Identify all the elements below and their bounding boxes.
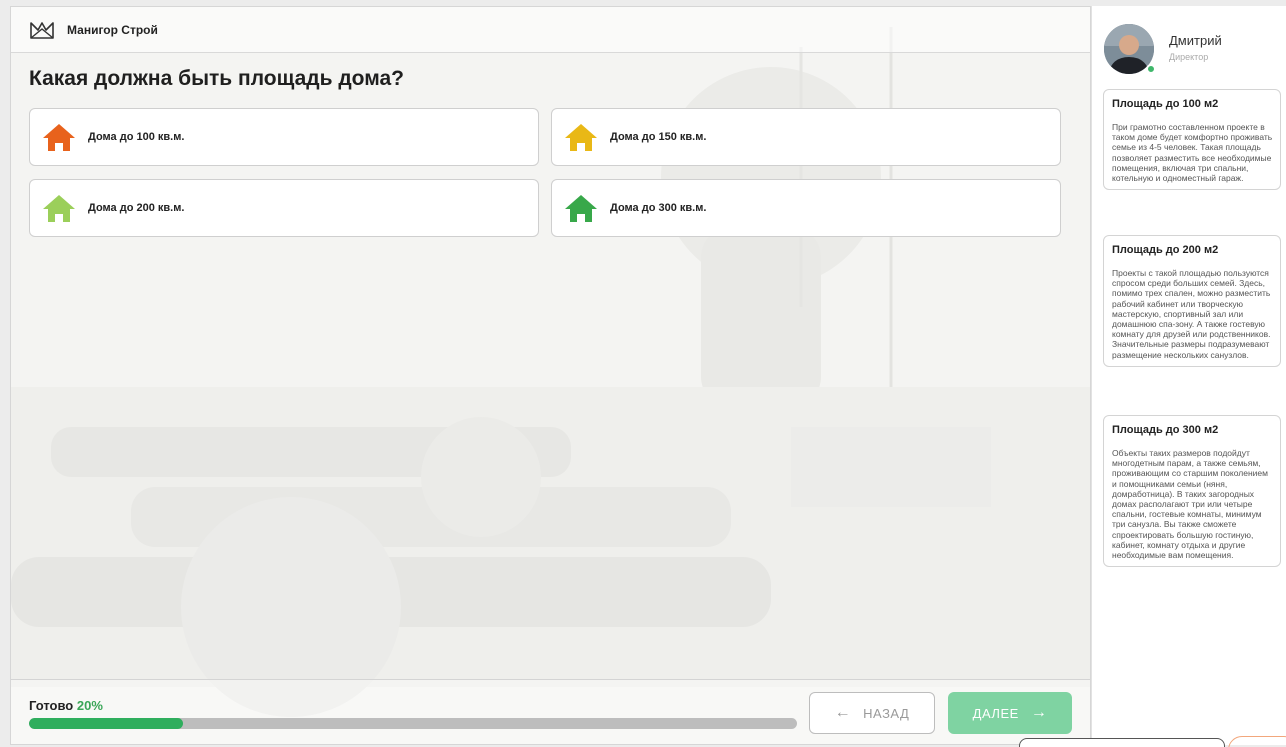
chat-widget-edge[interactable]	[1019, 738, 1225, 747]
info-card-100: Площадь до 100 м2 При грамотно составлен…	[1103, 89, 1281, 191]
arrow-right-icon: →	[1030, 704, 1048, 721]
manager-role: Директор	[1169, 52, 1209, 62]
info-card-300: Площадь до 300 м2 Объекты таких размеров…	[1103, 415, 1281, 568]
option-100[interactable]: Дома до 100 кв.м.	[29, 108, 539, 166]
quiz-panel: Манигор Строй Какая должна быть площадь …	[10, 6, 1091, 745]
house-icon	[43, 124, 75, 151]
option-300[interactable]: Дома до 300 кв.м.	[551, 179, 1061, 237]
manager-sidebar: Дмитрий Директор Площадь до 100 м2 При г…	[1091, 6, 1286, 745]
option-label: Дома до 150 кв.м.	[610, 131, 707, 143]
header: Манигор Строй	[11, 7, 1090, 53]
house-icon	[43, 195, 75, 222]
card-title: Площадь до 100 м2	[1112, 98, 1219, 110]
card-title: Площадь до 300 м2	[1112, 424, 1219, 436]
house-icon	[565, 124, 597, 151]
info-card-200: Площадь до 200 м2 Проекты с такой площад…	[1103, 235, 1281, 367]
option-label: Дома до 100 кв.м.	[88, 131, 185, 143]
back-button[interactable]: ← НАЗАД	[809, 692, 935, 734]
progress-bar	[29, 718, 797, 729]
question-title: Какая должна быть площадь дома?	[29, 67, 404, 90]
house-icon	[565, 195, 597, 222]
card-title: Площадь до 200 м2	[1112, 244, 1219, 256]
online-status-dot	[1146, 64, 1156, 74]
option-150[interactable]: Дома до 150 кв.м.	[551, 108, 1061, 166]
back-label: НАЗАД	[863, 705, 910, 721]
card-text: Объекты таких размеров подойдут многодет…	[1112, 448, 1268, 561]
ready-text: Готово	[29, 698, 74, 713]
option-label: Дома до 300 кв.м.	[610, 202, 707, 214]
manager-name: Дмитрий	[1169, 33, 1222, 48]
option-label: Дома до 200 кв.м.	[88, 202, 185, 214]
callback-widget-edge[interactable]	[1228, 736, 1286, 747]
progress-fill	[29, 718, 183, 729]
next-label: ДАЛЕЕ	[972, 705, 1019, 721]
progress-label: Готово 20%	[29, 698, 103, 713]
arrow-left-icon: ←	[834, 704, 852, 721]
brand-name: Манигор Строй	[67, 22, 158, 37]
card-text: Проекты с такой площадью пользуются спро…	[1112, 268, 1271, 360]
crown-logo-icon	[30, 21, 54, 39]
option-200[interactable]: Дома до 200 кв.м.	[29, 179, 539, 237]
next-button[interactable]: ДАЛЕЕ →	[948, 692, 1072, 734]
card-text: При грамотно составленном проекте в тако…	[1112, 122, 1273, 184]
footer: Готово 20% ← НАЗАД ДАЛЕЕ →	[11, 679, 1090, 744]
ready-percent: 20%	[76, 698, 103, 713]
